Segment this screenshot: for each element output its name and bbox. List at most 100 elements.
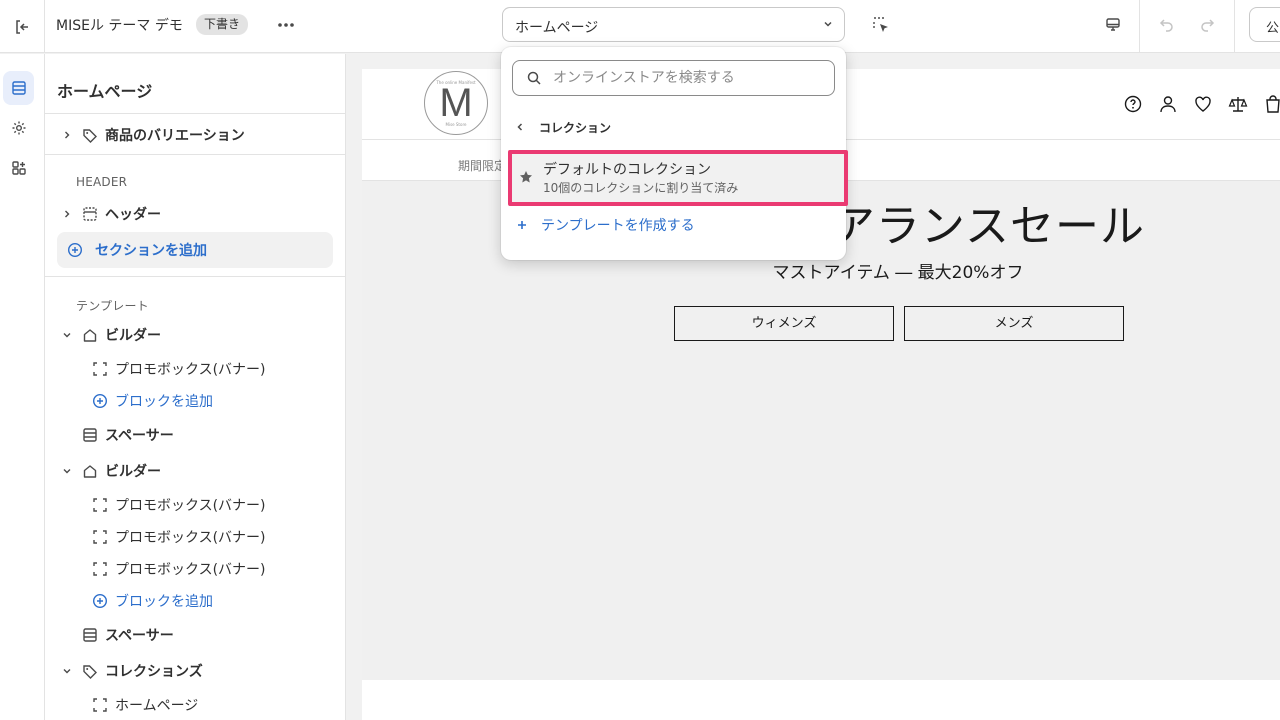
sidebar-item-homepage-block[interactable]: ホームページ xyxy=(87,689,333,720)
sidebar-item-label: ビルダー xyxy=(105,328,161,344)
block-icon xyxy=(87,529,113,545)
sidebar-item-label: プロモボックス(バナー) xyxy=(115,362,266,378)
header-group-label: HEADER xyxy=(76,175,128,189)
plus-circle-icon xyxy=(57,242,93,258)
sidebar-item-promo-box[interactable]: プロモボックス(バナー) xyxy=(87,521,333,553)
exit-button[interactable] xyxy=(0,0,45,53)
redo-button[interactable] xyxy=(1195,13,1219,37)
search-input[interactable] xyxy=(553,68,823,88)
sidebar-item-builder[interactable]: ビルダー xyxy=(57,455,333,487)
chevron-right-icon xyxy=(57,130,77,140)
back-label: コレクション xyxy=(539,120,612,135)
page-selector[interactable]: ホームページ xyxy=(502,7,845,42)
sidebar-item-collections[interactable]: コレクションズ xyxy=(57,655,333,687)
sidebar-item-label: スペーサー xyxy=(105,428,174,444)
top-bar: MISEル テーマ デモ 下書き ホームページ 公開 xyxy=(0,0,1280,53)
sidebar-item-spacer[interactable]: スペーサー xyxy=(57,619,333,651)
block-icon xyxy=(87,561,113,577)
plus-icon xyxy=(518,221,526,229)
select-pointer-icon xyxy=(873,17,888,32)
block-icon xyxy=(87,697,113,713)
sidebar-item-label: ホームページ xyxy=(115,698,199,714)
divider xyxy=(45,276,345,277)
inspector-button[interactable] xyxy=(869,13,893,37)
sidebar-item-promo-box[interactable]: プロモボックス(バナー) xyxy=(87,489,333,521)
logo-letter: M xyxy=(439,81,473,125)
page-selector-dropdown: コレクション デフォルトのコレクション 10個のコレクションに割り当て済み テン… xyxy=(501,47,848,260)
sidebar-item-spacer[interactable]: スペーサー xyxy=(57,419,333,451)
add-block-button[interactable]: ブロックを追加 xyxy=(87,385,333,417)
device-preview-button[interactable] xyxy=(1101,13,1125,37)
sidebar-item-builder[interactable]: ビルダー xyxy=(57,319,333,351)
add-section-button[interactable]: セクションを追加 xyxy=(57,232,333,268)
store-name: MISEル テーマ デモ xyxy=(56,18,183,34)
sections-icon xyxy=(11,81,26,95)
sidebar-item-label: 商品のバリエーション xyxy=(105,128,245,144)
home-icon xyxy=(77,463,103,479)
publish-button[interactable]: 公開 xyxy=(1249,7,1280,42)
plus-circle-icon xyxy=(87,593,113,609)
back-to-collections-button[interactable]: コレクション xyxy=(515,116,611,138)
collection-tag-icon xyxy=(77,663,103,679)
search-icon xyxy=(527,71,541,85)
sidebar-item-product-variations[interactable]: 商品のバリエーション xyxy=(57,119,333,151)
sidebar-item-header[interactable]: ヘッダー xyxy=(57,198,333,230)
add-block-button[interactable]: ブロックを追加 xyxy=(87,585,333,617)
sidebar-item-label: ヘッダー xyxy=(105,207,161,223)
more-actions-button[interactable] xyxy=(274,13,298,37)
toolbar-divider xyxy=(1139,0,1140,53)
spacer-icon xyxy=(77,627,103,643)
create-template-label: テンプレートを作成する xyxy=(541,218,695,234)
header-layout-icon xyxy=(77,206,103,222)
chevron-down-icon xyxy=(824,21,832,27)
block-icon xyxy=(87,497,113,513)
logo-top-text: The online Manifest xyxy=(436,80,476,85)
men-button[interactable]: メンズ xyxy=(904,306,1124,341)
chevron-down-icon xyxy=(57,666,77,676)
template-group-label: テンプレート xyxy=(76,299,149,313)
sidebar-item-promo-box[interactable]: プロモボックス(バナー) xyxy=(87,353,333,385)
undo-button[interactable] xyxy=(1155,13,1179,37)
chevron-down-icon xyxy=(57,330,77,340)
exit-icon xyxy=(16,19,28,34)
default-collection-option[interactable]: デフォルトのコレクション 10個のコレクションに割り当て済み xyxy=(508,150,848,206)
more-horizontal-icon xyxy=(278,23,294,27)
help-icon[interactable] xyxy=(1123,94,1143,114)
sidebar-item-label: プロモボックス(バナー) xyxy=(115,530,266,546)
sidebar-item-label: コレクションズ xyxy=(105,664,203,680)
redo-icon xyxy=(1201,19,1215,32)
plus-circle-icon xyxy=(87,393,113,409)
tag-icon xyxy=(77,127,103,143)
sidebar-item-label: スペーサー xyxy=(105,628,174,644)
create-template-button[interactable]: テンプレートを作成する xyxy=(517,215,695,235)
sections-sidebar: ホームページ 商品のバリエーション HEADER ヘッダー セクションを追加 テ… xyxy=(45,54,346,720)
spacer-icon xyxy=(77,427,103,443)
store-logo[interactable]: The online Manifest M Mise Store xyxy=(424,71,488,135)
rail-sections-button[interactable] xyxy=(3,71,34,105)
undo-icon xyxy=(1159,19,1173,32)
add-section-label: セクションを追加 xyxy=(95,243,207,259)
status-badge: 下書き xyxy=(196,14,249,35)
divider xyxy=(45,154,345,155)
sidebar-title: ホームページ xyxy=(57,82,153,101)
search-field[interactable] xyxy=(512,60,835,96)
block-icon xyxy=(87,361,113,377)
star-icon xyxy=(520,171,532,183)
heart-icon[interactable] xyxy=(1193,94,1213,114)
cart-bag-icon[interactable] xyxy=(1263,94,1280,114)
chevron-right-icon xyxy=(57,209,77,219)
sidebar-item-label: プロモボックス(バナー) xyxy=(115,498,266,514)
account-icon[interactable] xyxy=(1158,94,1178,114)
chevron-left-icon xyxy=(517,123,523,131)
sidebar-item-promo-box[interactable]: プロモボックス(バナー) xyxy=(87,553,333,585)
sidebar-item-label: プロモボックス(バナー) xyxy=(115,562,266,578)
women-button[interactable]: ウィメンズ xyxy=(674,306,894,341)
desktop-icon xyxy=(1106,18,1120,31)
gear-icon xyxy=(12,121,25,135)
hero-subtitle: マストアイテム ― 最大20%オフ xyxy=(772,263,1024,283)
page-selector-label: ホームページ xyxy=(515,20,599,36)
chevron-down-icon xyxy=(57,466,77,476)
logo-bottom-text: Mise Store xyxy=(445,122,467,127)
compare-scale-icon[interactable] xyxy=(1228,94,1248,114)
rail-settings-button[interactable] xyxy=(3,111,34,145)
